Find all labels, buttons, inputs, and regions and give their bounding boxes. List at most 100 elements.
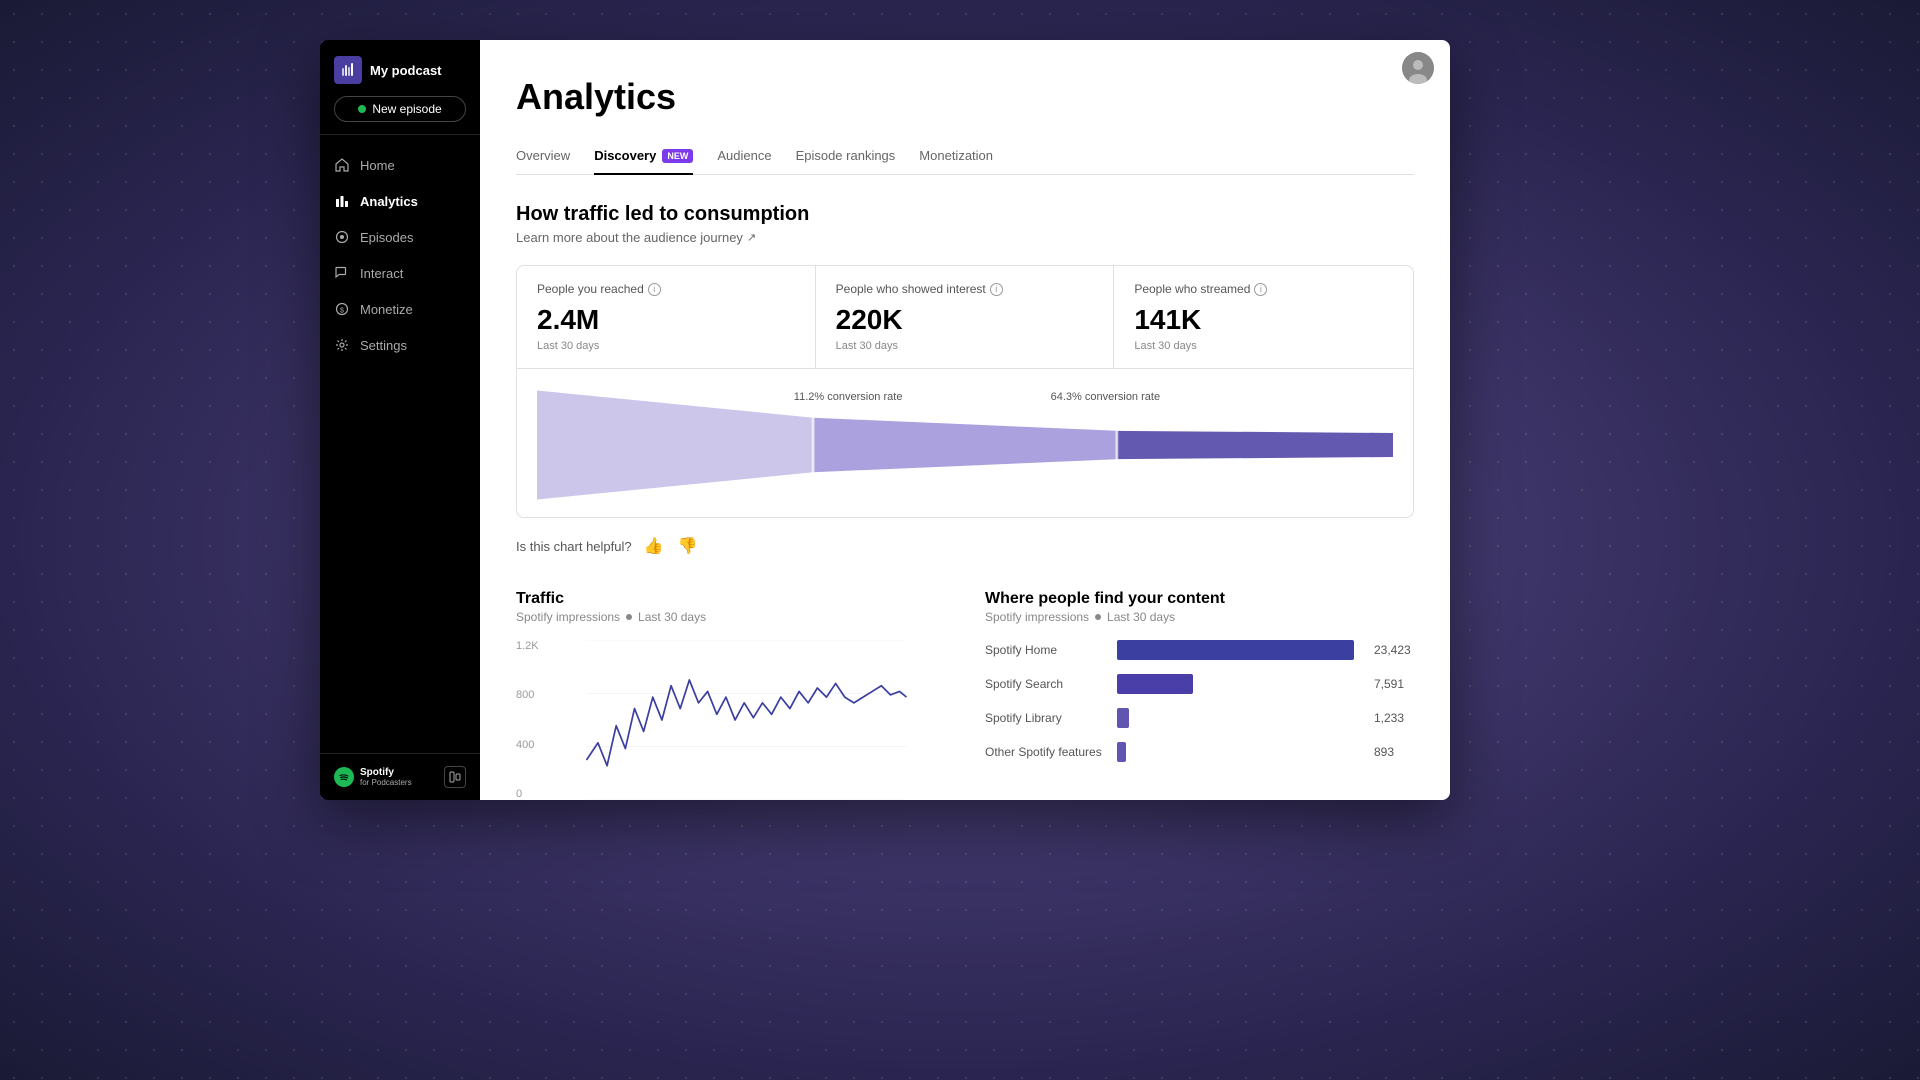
y-label-1200: 1.2K [516,640,539,652]
stat-streamed-label: People who streamed i [1134,282,1393,296]
tab-discovery[interactable]: Discovery NEW [594,138,693,175]
stat-streamed-period: Last 30 days [1134,340,1393,352]
tab-audience-label: Audience [717,148,771,163]
line-chart: 1.2K 800 400 0 [516,640,945,800]
stat-reached-value: 2.4M [537,304,795,336]
bar-fill-other-spotify [1117,742,1126,762]
podcast-icon [334,56,362,84]
sidebar-item-interact[interactable]: Interact [320,255,480,291]
tab-episode-rankings-label: Episode rankings [796,148,896,163]
stat-interest-value: 220K [836,304,1094,336]
bar-row-spotify-library: Spotify Library 1,233 [985,708,1414,728]
bar-track-spotify-search [1117,674,1354,694]
bar-row-spotify-search: Spotify Search 7,591 [985,674,1414,694]
spotify-sub-text: for Podcasters [360,778,412,787]
settings-icon [334,337,350,353]
home-icon [334,157,350,173]
conversion-rate-2: 64.3% conversion rate [1051,391,1160,403]
section-subtitle: Learn more about the audience journey ↗ [516,230,1414,245]
sidebar-collapse-button[interactable] [444,766,466,788]
bar-fill-spotify-home [1117,640,1354,660]
where-find-title: Where people find your content [985,590,1414,608]
spotify-brand: Spotify for Podcasters [334,767,412,787]
bar-fill-spotify-library [1117,708,1129,728]
interact-icon [334,265,350,281]
y-label-0: 0 [516,788,539,800]
user-avatar[interactable] [1402,52,1434,84]
new-episode-dot [358,105,366,113]
discovery-new-badge: NEW [662,149,693,163]
feedback-label: Is this chart helpful? [516,539,632,554]
sidebar-footer: Spotify for Podcasters [320,753,480,800]
bar-track-other-spotify [1117,742,1354,762]
funnel-chart: 11.2% conversion rate 64.3% conversion r… [537,385,1393,505]
sidebar-item-monetize[interactable]: $ Monetize [320,291,480,327]
sidebar: My podcast New episode Home [320,40,480,800]
tab-audience[interactable]: Audience [717,138,771,175]
spotify-main-text: Spotify [360,767,412,778]
where-find-bullet [1095,614,1101,620]
traffic-subtitle: Spotify impressions Last 30 days [516,610,945,624]
bar-value-spotify-home: 23,423 [1374,643,1414,657]
analytics-icon [334,193,350,209]
stat-card-streamed: People who streamed i 141K Last 30 days [1114,266,1413,368]
sidebar-item-episodes[interactable]: Episodes [320,219,480,255]
stat-streamed-value: 141K [1134,304,1393,336]
stat-interest-period: Last 30 days [836,340,1094,352]
main-header [1402,52,1434,84]
sidebar-item-settings[interactable]: Settings [320,327,480,363]
bar-value-spotify-search: 7,591 [1374,677,1414,691]
stat-card-interest: People who showed interest i 220K Last 3… [816,266,1115,368]
page-title: Analytics [516,76,1414,118]
sidebar-item-home[interactable]: Home [320,147,480,183]
traffic-section: Traffic Spotify impressions Last 30 days… [516,590,945,800]
chart-area [548,640,945,800]
bar-value-other-spotify: 893 [1374,745,1414,759]
podcast-brand: My podcast [334,56,466,84]
bar-row-other-spotify: Other Spotify features 893 [985,742,1414,762]
stat-interest-label: People who showed interest i [836,282,1094,296]
stats-row: People you reached i 2.4M Last 30 days P… [516,265,1414,369]
feedback-row: Is this chart helpful? 👍 👎 [516,534,1414,558]
funnel-container: 11.2% conversion rate 64.3% conversion r… [516,369,1414,518]
sidebar-item-monetize-label: Monetize [360,302,413,317]
spotify-logo-icon [334,767,354,787]
thumbs-up-button[interactable]: 👍 [642,534,666,558]
content-area: Analytics Overview Discovery NEW Audienc… [480,40,1450,800]
tab-monetization-label: Monetization [919,148,993,163]
stat-reached-info-icon[interactable]: i [648,283,661,296]
where-find-section: Where people find your content Spotify i… [985,590,1414,800]
stat-interest-info-icon[interactable]: i [990,283,1003,296]
tab-monetization[interactable]: Monetization [919,138,993,175]
tabs-container: Overview Discovery NEW Audience Episode … [516,138,1414,175]
sidebar-header: My podcast New episode [320,40,480,135]
conversion-rate-1: 11.2% conversion rate [794,391,903,403]
spotify-brand-text: Spotify for Podcasters [360,767,412,787]
section-subtitle-text: Learn more about the audience journey [516,230,743,245]
bar-label-spotify-home: Spotify Home [985,643,1105,657]
stat-reached-period: Last 30 days [537,340,795,352]
bar-label-spotify-search: Spotify Search [985,677,1105,691]
monetize-icon: $ [334,301,350,317]
sidebar-item-episodes-label: Episodes [360,230,413,245]
sidebar-item-interact-label: Interact [360,266,403,281]
external-link-icon: ↗ [747,231,756,244]
bar-track-spotify-library [1117,708,1354,728]
stat-card-reached: People you reached i 2.4M Last 30 days [517,266,816,368]
sidebar-item-analytics[interactable]: Analytics [320,183,480,219]
stat-streamed-info-icon[interactable]: i [1254,283,1267,296]
y-axis-labels: 1.2K 800 400 0 [516,640,543,800]
new-episode-button[interactable]: New episode [334,96,466,122]
tab-overview[interactable]: Overview [516,138,570,175]
main-content: Analytics Overview Discovery NEW Audienc… [480,40,1450,800]
funnel-svg [537,385,1393,505]
tab-episode-rankings[interactable]: Episode rankings [796,138,896,175]
where-find-subtitle: Spotify impressions Last 30 days [985,610,1414,624]
tab-overview-label: Overview [516,148,570,163]
podcast-name: My podcast [370,63,442,78]
thumbs-down-button[interactable]: 👎 [676,534,700,558]
bar-row-spotify-home: Spotify Home 23,423 [985,640,1414,660]
sidebar-item-settings-label: Settings [360,338,407,353]
stat-reached-label: People you reached i [537,282,795,296]
sidebar-nav: Home Analytics [320,135,480,753]
